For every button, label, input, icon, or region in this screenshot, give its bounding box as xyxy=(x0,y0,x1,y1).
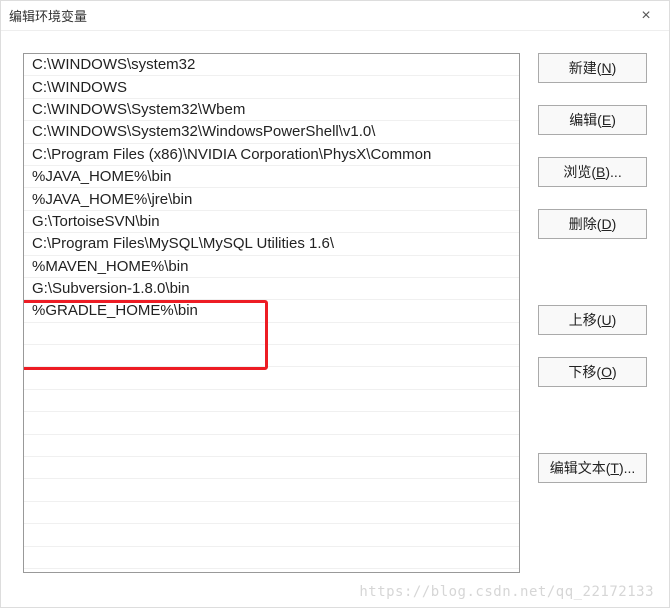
close-icon: × xyxy=(641,7,650,25)
titlebar: 编辑环境变量 × xyxy=(1,1,669,31)
move-up-button[interactable]: 上移(U) xyxy=(538,305,647,335)
delete-button[interactable]: 删除(D) xyxy=(538,209,647,239)
list-item[interactable]: C:\Program Files (x86)\NVIDIA Corporatio… xyxy=(24,144,519,166)
path-listbox[interactable]: C:\WINDOWS\system32C:\WINDOWSC:\WINDOWS\… xyxy=(23,53,520,573)
list-item[interactable] xyxy=(24,547,519,569)
list-item[interactable]: C:\Program Files\MySQL\MySQL Utilities 1… xyxy=(24,233,519,255)
list-item[interactable] xyxy=(24,367,519,389)
move-down-button[interactable]: 下移(O) xyxy=(538,357,647,387)
list-item[interactable]: C:\WINDOWS\System32\Wbem xyxy=(24,99,519,121)
env-var-dialog: 编辑环境变量 × C:\WINDOWS\system32C:\WINDOWSC:… xyxy=(0,0,670,608)
close-button[interactable]: × xyxy=(631,1,661,31)
list-item[interactable]: %JAVA_HOME%\jre\bin xyxy=(24,188,519,210)
list-item[interactable]: G:\TortoiseSVN\bin xyxy=(24,211,519,233)
list-item[interactable] xyxy=(24,435,519,457)
list-item[interactable] xyxy=(24,323,519,345)
list-item[interactable] xyxy=(24,479,519,501)
list-item[interactable] xyxy=(24,502,519,524)
list-item[interactable]: %JAVA_HOME%\bin xyxy=(24,166,519,188)
edit-button[interactable]: 编辑(E) xyxy=(538,105,647,135)
browse-button[interactable]: 浏览(B)... xyxy=(538,157,647,187)
list-item[interactable] xyxy=(24,390,519,412)
content-area: C:\WINDOWS\system32C:\WINDOWSC:\WINDOWS\… xyxy=(1,31,669,607)
list-item[interactable] xyxy=(24,412,519,434)
watermark-text: https://blog.csdn.net/qq_22172133 xyxy=(359,584,654,600)
list-item[interactable]: %GRADLE_HOME%\bin xyxy=(24,300,519,322)
button-spacer-2 xyxy=(538,409,647,431)
new-button[interactable]: 新建(N) xyxy=(538,53,647,83)
button-column: 新建(N) 编辑(E) 浏览(B)... 删除(D) 上移(U) 下移(O) 编… xyxy=(538,53,647,585)
list-item[interactable] xyxy=(24,345,519,367)
dialog-title: 编辑环境变量 xyxy=(9,6,87,25)
list-item[interactable] xyxy=(24,524,519,546)
list-item[interactable]: C:\WINDOWS\System32\WindowsPowerShell\v1… xyxy=(24,121,519,143)
button-spacer xyxy=(538,261,647,283)
list-item[interactable]: C:\WINDOWS xyxy=(24,76,519,98)
list-item[interactable]: C:\WINDOWS\system32 xyxy=(24,54,519,76)
list-item[interactable] xyxy=(24,457,519,479)
edit-text-button[interactable]: 编辑文本(T)... xyxy=(538,453,647,483)
list-item[interactable]: %MAVEN_HOME%\bin xyxy=(24,256,519,278)
list-item[interactable]: G:\Subversion-1.8.0\bin xyxy=(24,278,519,300)
